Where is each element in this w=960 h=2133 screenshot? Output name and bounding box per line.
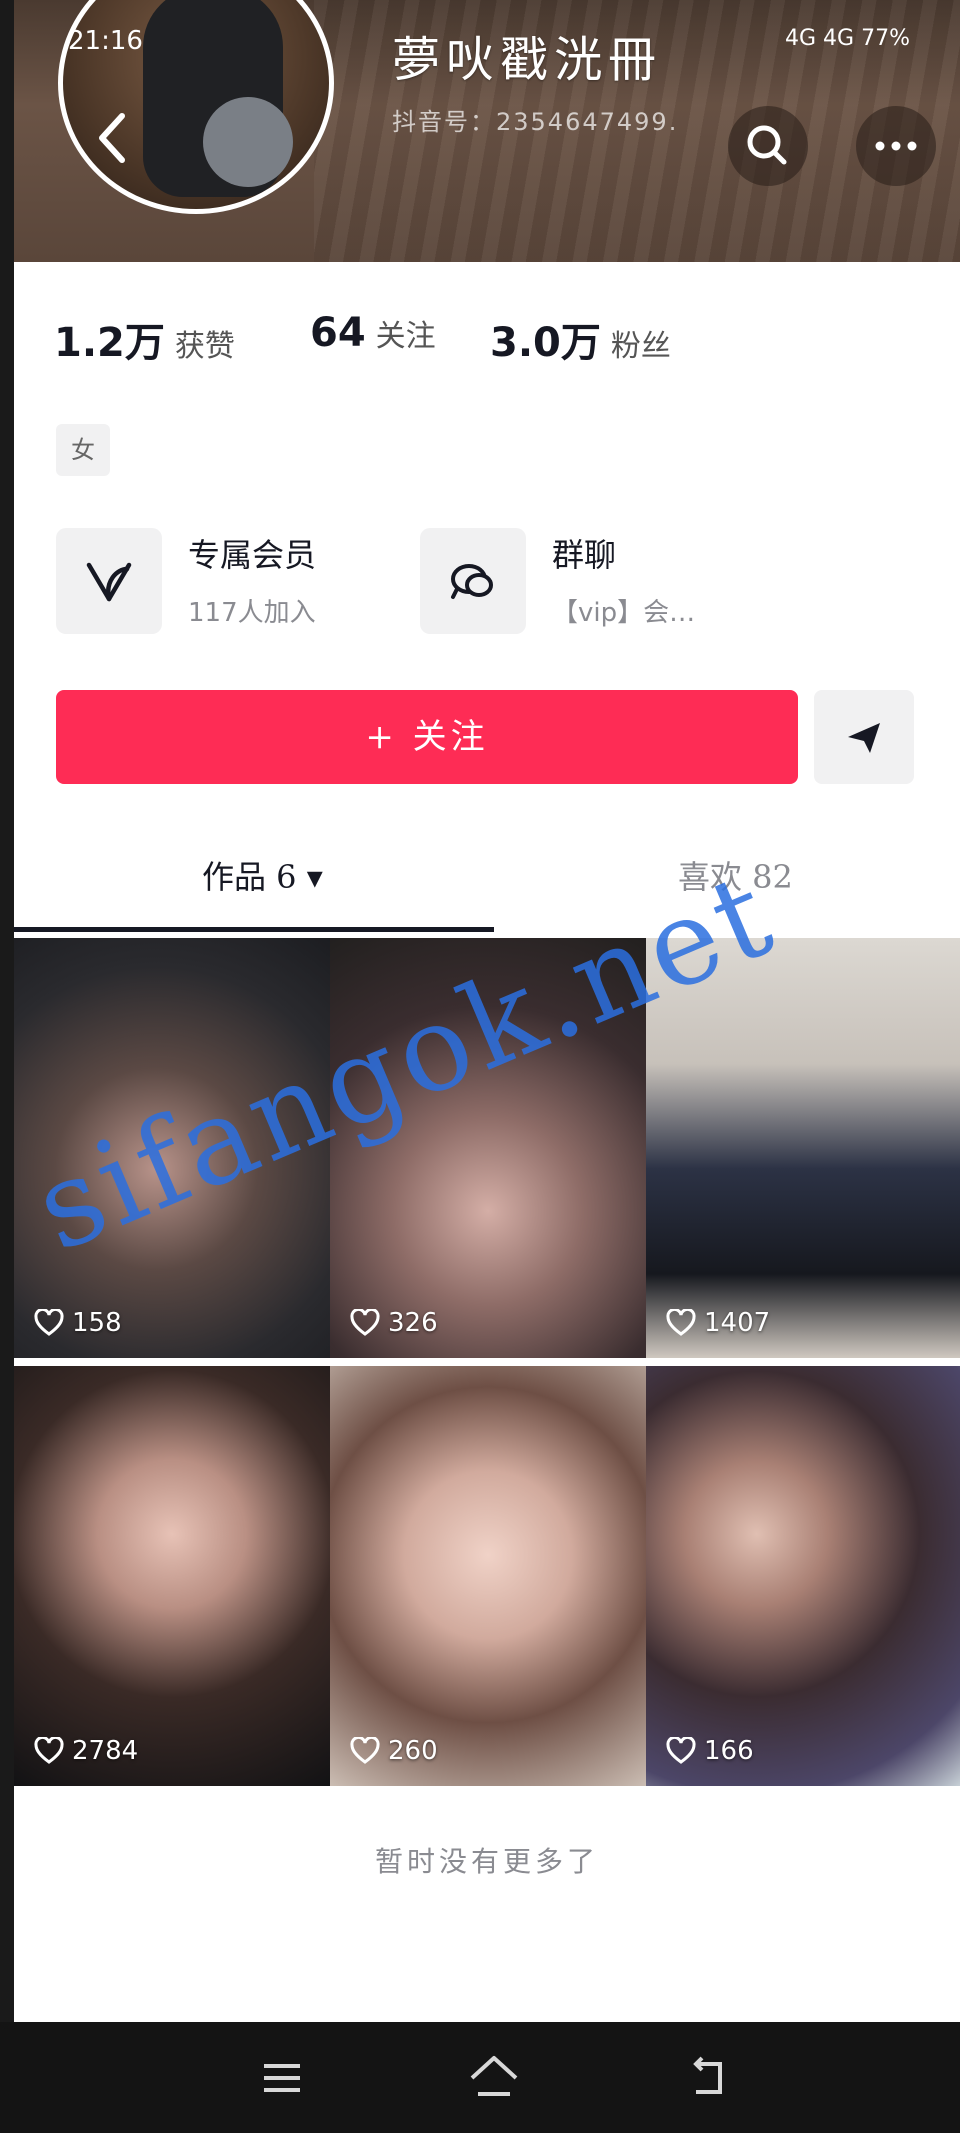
video-like-count: 260 bbox=[388, 1736, 438, 1766]
member-title: 专属会员 bbox=[188, 536, 317, 574]
video-thumbnail[interactable]: 260 bbox=[330, 1366, 646, 1786]
end-of-list-text: 暂时没有更多了 bbox=[374, 1845, 599, 1878]
nav-home-button[interactable] bbox=[464, 2050, 524, 2106]
gender-tag: 女 bbox=[56, 424, 110, 476]
video-likes: 1407 bbox=[666, 1308, 770, 1338]
more-icon bbox=[875, 141, 917, 151]
tab-active-indicator bbox=[14, 927, 494, 932]
heart-icon bbox=[350, 1309, 380, 1336]
heart-icon bbox=[34, 1309, 64, 1336]
group-chat-tile bbox=[420, 528, 526, 634]
member-entry[interactable]: 专属会员 117人加入 bbox=[56, 528, 386, 638]
status-indicators: 4G 4G 77% bbox=[785, 26, 910, 51]
video-like-count: 2784 bbox=[72, 1736, 139, 1766]
share-button[interactable] bbox=[814, 690, 914, 784]
menu-icon bbox=[264, 2064, 300, 2092]
following-label: 关注 bbox=[375, 319, 436, 354]
group-chat-entry[interactable]: 群聊 【vip】会… bbox=[420, 528, 750, 638]
thumbnail-image bbox=[14, 1366, 330, 1786]
tab-works[interactable]: 作品 6 ▾ bbox=[202, 852, 323, 898]
following-count: 64 bbox=[310, 310, 366, 356]
profile-nickname: 夢吙戳洸冊 bbox=[392, 32, 663, 88]
followers-label: 粉丝 bbox=[610, 329, 671, 364]
profile-header: 21:16 4G 4G 77% 夢吙戳洸冊 抖音号：2354647499. bbox=[14, 0, 960, 262]
thumbnail-image bbox=[646, 1366, 960, 1786]
return-icon bbox=[693, 2056, 722, 2094]
video-like-count: 326 bbox=[388, 1308, 438, 1338]
content-tabs: 作品 6 ▾ 喜欢 82 bbox=[14, 852, 960, 922]
search-button[interactable] bbox=[728, 106, 808, 186]
more-button[interactable] bbox=[856, 106, 936, 186]
heart-icon bbox=[350, 1737, 380, 1764]
group-chat-title: 群聊 bbox=[552, 536, 617, 574]
system-nav-bar bbox=[0, 2022, 960, 2133]
group-chat-subtitle: 【vip】会… bbox=[552, 598, 696, 628]
member-subtitle: 117人加入 bbox=[188, 598, 316, 628]
stat-likes[interactable]: 1.2万 获赞 bbox=[54, 310, 235, 368]
likes-count: 1.2万 bbox=[54, 320, 165, 366]
group-chat-icon bbox=[451, 564, 493, 599]
video-like-count: 158 bbox=[72, 1308, 122, 1338]
avatar-figure-detail bbox=[203, 97, 293, 187]
account-id: 抖音号：2354647499. bbox=[392, 108, 679, 136]
back-icon bbox=[99, 113, 125, 163]
video-likes: 2784 bbox=[34, 1736, 138, 1766]
video-thumbnail[interactable]: 2784 bbox=[14, 1366, 330, 1786]
video-likes: 326 bbox=[350, 1308, 438, 1338]
video-likes: 166 bbox=[666, 1736, 754, 1766]
likes-label: 获赞 bbox=[174, 329, 235, 364]
nav-menu-button[interactable] bbox=[252, 2050, 312, 2106]
heart-icon bbox=[666, 1737, 696, 1764]
heart-icon bbox=[34, 1737, 64, 1764]
member-heart-icon bbox=[86, 562, 132, 602]
share-icon bbox=[848, 723, 880, 753]
followers-count: 3.0万 bbox=[490, 320, 601, 366]
member-tile bbox=[56, 528, 162, 634]
follow-button[interactable]: + 关注 bbox=[56, 690, 798, 784]
heart-icon bbox=[666, 1309, 696, 1336]
video-thumbnail[interactable]: 166 bbox=[646, 1366, 960, 1786]
video-likes: 260 bbox=[350, 1736, 438, 1766]
video-like-count: 1407 bbox=[704, 1308, 771, 1338]
nav-return-button[interactable] bbox=[680, 2050, 740, 2106]
stat-followers[interactable]: 3.0万 粉丝 bbox=[490, 310, 671, 368]
left-edge-strip bbox=[0, 0, 14, 2133]
home-icon bbox=[470, 2056, 518, 2096]
status-time: 21:16 bbox=[68, 26, 143, 56]
back-button[interactable] bbox=[82, 108, 142, 178]
video-likes: 158 bbox=[34, 1308, 122, 1338]
video-like-count: 166 bbox=[704, 1736, 754, 1766]
thumbnail-image bbox=[330, 1366, 646, 1786]
stat-following[interactable]: 64 关注 bbox=[310, 310, 436, 356]
search-icon bbox=[747, 125, 787, 165]
